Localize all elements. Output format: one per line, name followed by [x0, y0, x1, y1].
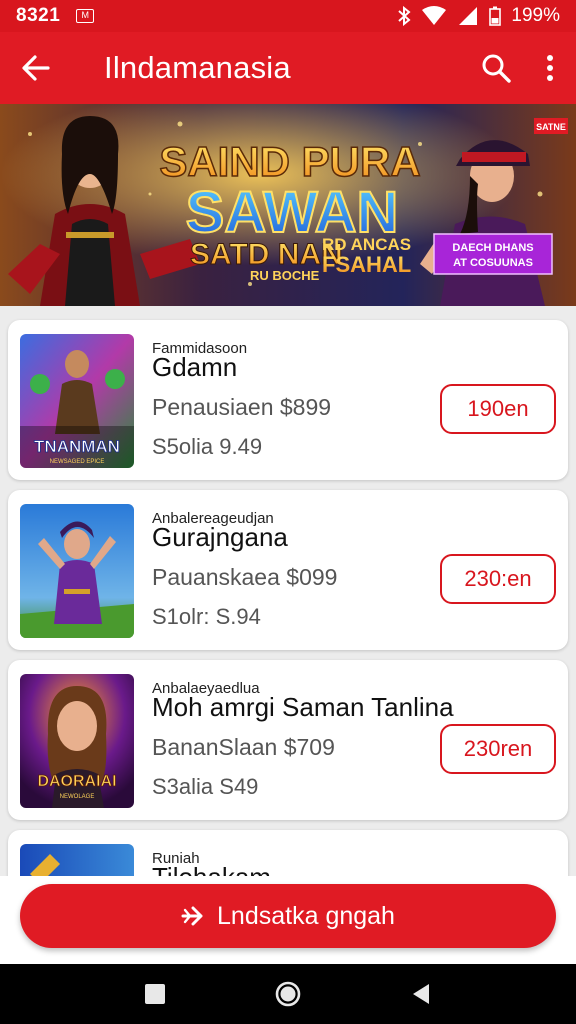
product-name: Gdamn [152, 352, 238, 382]
product-list: TNANMAN NEWSAGED EPICE Fammidasoon Gdamn… [0, 306, 576, 876]
product-price: Penausiaen $899 [152, 394, 332, 420]
buy-button[interactable]: 190en [440, 384, 556, 434]
status-time: 8321 [16, 5, 61, 26]
status-bar: 8321 M 199% [0, 0, 576, 32]
banner-title-line1: SAIND PURA [159, 138, 420, 185]
signal-icon [459, 7, 478, 25]
list-item[interactable]: DAORAIAI NEWOLAGE Anbalaeyaedlua Moh amr… [8, 660, 568, 820]
notification-badge: M [76, 9, 95, 23]
system-nav-bar [0, 964, 576, 1024]
buy-button[interactable]: 230ren [440, 724, 556, 774]
banner-line4-left: RU BOCHE [250, 268, 320, 283]
product-name: Gurajngana [152, 522, 288, 552]
bluetooth-icon [398, 6, 411, 26]
product-thumbnail [20, 844, 134, 876]
primary-action-label: Lndsatka gngah [217, 901, 395, 930]
list-item[interactable]: TNANMAN NEWSAGED EPICE Fammidasoon Gdamn… [8, 320, 568, 480]
more-options-button[interactable] [524, 32, 576, 104]
search-icon [482, 54, 511, 83]
list-item[interactable]: Runiah Tilohakam [8, 830, 568, 876]
product-price: BananSlaan $709 [152, 734, 335, 760]
back-button[interactable] [0, 32, 72, 104]
promo-banner[interactable]: SAIND PURA SAWAN SATD NAN RD ANCAS RU BO… [0, 104, 576, 306]
battery-level: 199% [511, 5, 560, 26]
app-bar: Ilndamanasia [0, 32, 576, 104]
list-item[interactable]: Anbalereageudjan Gurajngana Pauanskaea $… [8, 490, 568, 650]
page-title: Ilndamanasia [104, 50, 291, 85]
banner-line4-right: FSAHAL [322, 252, 411, 277]
svg-text:TNANMAN: TNANMAN [34, 437, 120, 456]
product-sale-price: S1olr: S.94 [152, 604, 261, 629]
primary-action-button[interactable]: Lndsatka gngah [20, 884, 556, 948]
svg-text:DAORAIAI: DAORAIAI [37, 773, 116, 790]
more-vert-icon [547, 55, 553, 81]
promo-box-line2: AT COSUUNAS [453, 257, 533, 269]
arrow-back-icon [22, 55, 50, 81]
banner-artwork: SAIND PURA SAWAN SATD NAN RD ANCAS RU BO… [0, 104, 576, 306]
svg-text:SATNE: SATNE [536, 122, 566, 132]
recents-square-icon[interactable] [143, 982, 167, 1006]
svg-text:NEWSAGED EPICE: NEWSAGED EPICE [50, 459, 105, 465]
product-name: Moh amrgi Saman Tanlina [152, 692, 454, 722]
back-triangle-icon[interactable] [409, 982, 433, 1006]
product-thumbnail: TNANMAN NEWSAGED EPICE [20, 334, 134, 468]
product-name: Tilohakam [152, 862, 271, 876]
svg-text:NEWOLAGE: NEWOLAGE [60, 794, 95, 800]
battery-icon [489, 6, 502, 26]
search-button[interactable] [468, 32, 524, 104]
wifi-icon [422, 6, 447, 25]
product-sale-price: S3alia S49 [152, 774, 259, 799]
home-circle-icon[interactable] [274, 980, 302, 1008]
product-sale-price: S5olia 9.49 [152, 434, 263, 459]
buy-button[interactable]: 230:en [440, 554, 556, 604]
product-thumbnail [20, 504, 134, 638]
banner-line3: SATD NAN [190, 238, 343, 271]
plane-icon [181, 906, 203, 926]
product-thumbnail: DAORAIAI NEWOLAGE [20, 674, 134, 808]
promo-box-line1: DAECH DHANS [452, 242, 533, 254]
product-price: Pauanskaea $099 [152, 564, 338, 590]
